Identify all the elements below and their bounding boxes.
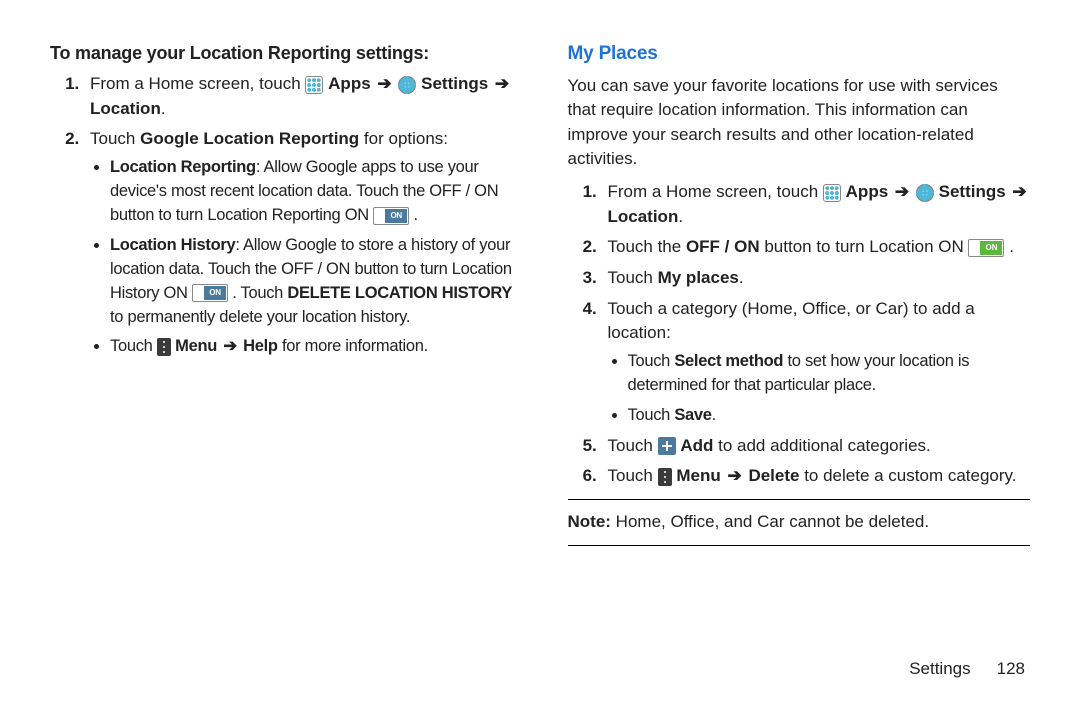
footer-page-number: 128 xyxy=(997,659,1025,678)
text: From a Home screen, touch xyxy=(608,182,823,201)
right-step-1: From a Home screen, touch Apps ➔ Setting… xyxy=(602,180,1031,229)
add-label: Add xyxy=(680,436,713,455)
right-step-6: Touch Menu ➔ Delete to delete a custom c… xyxy=(602,464,1031,489)
right-step-4: Touch a category (Home, Office, or Car) … xyxy=(602,297,1031,428)
note-label: Note: xyxy=(568,512,611,531)
text: Touch xyxy=(90,129,140,148)
title: Location History xyxy=(110,236,235,254)
location-label: Location xyxy=(608,207,679,226)
left-steps: From a Home screen, touch Apps ➔ Setting… xyxy=(58,72,513,359)
period: . xyxy=(161,99,166,118)
on-toggle-green-icon xyxy=(968,239,1004,257)
bold: My places xyxy=(658,268,739,287)
text: to delete a custom category. xyxy=(799,466,1016,485)
right-step-3: Touch My places. xyxy=(602,266,1031,291)
right-steps: From a Home screen, touch Apps ➔ Setting… xyxy=(576,180,1031,489)
text: Touch xyxy=(110,337,157,355)
intro-paragraph: You can save your favorite locations for… xyxy=(568,74,1031,173)
title: Location Reporting xyxy=(110,158,256,176)
location-label: Location xyxy=(90,99,161,118)
text: Touch xyxy=(608,436,658,455)
menu-icon xyxy=(157,338,171,356)
right-step-2: Touch the OFF / ON button to turn Locati… xyxy=(602,235,1031,260)
left-column: To manage your Location Reporting settin… xyxy=(50,40,513,556)
apps-label: Apps xyxy=(328,74,371,93)
settings-icon xyxy=(916,184,934,202)
right-heading: My Places xyxy=(568,40,1031,68)
text: Touch xyxy=(608,268,658,287)
right-column: My Places You can save your favorite loc… xyxy=(568,40,1031,556)
period: . xyxy=(739,268,744,287)
settings-icon xyxy=(398,76,416,94)
apps-icon xyxy=(823,184,841,202)
right-step-5: Touch Add to add additional categories. xyxy=(602,434,1031,459)
bold: Select method xyxy=(674,352,783,370)
note-text: Home, Office, and Car cannot be deleted. xyxy=(611,512,929,531)
apps-label: Apps xyxy=(846,182,889,201)
help-label: Help xyxy=(243,337,278,355)
arrow-icon: ➔ xyxy=(725,464,743,489)
arrow-icon: ➔ xyxy=(221,335,239,359)
plus-icon xyxy=(658,437,676,455)
text: Touch the xyxy=(608,237,686,256)
period: . xyxy=(712,406,716,424)
menu-icon xyxy=(658,468,672,486)
left-step-2: Touch Google Location Reporting for opti… xyxy=(84,127,513,359)
text: for options: xyxy=(359,129,448,148)
settings-label: Settings xyxy=(939,182,1006,201)
delete-label: Delete xyxy=(748,466,799,485)
page-footer: Settings 128 xyxy=(909,657,1025,682)
menu-label: Menu xyxy=(676,466,720,485)
left-step-1: From a Home screen, touch Apps ➔ Setting… xyxy=(84,72,513,121)
on-toggle-icon xyxy=(373,207,409,225)
menu-label: Menu xyxy=(175,337,217,355)
text: to add additional categories. xyxy=(713,436,930,455)
bullet-location-reporting: Location Reporting: Allow Google apps to… xyxy=(110,156,513,228)
bullet-save: Touch Save. xyxy=(628,404,1031,428)
text: to permanently delete your location hist… xyxy=(110,308,410,326)
page-content: To manage your Location Reporting settin… xyxy=(0,0,1080,556)
bullet-select-method: Touch Select method to set how your loca… xyxy=(628,350,1031,398)
divider xyxy=(568,499,1031,500)
bullet-location-history: Location History: Allow Google to store … xyxy=(110,234,513,330)
bold: Save xyxy=(674,406,711,424)
bold: OFF / ON xyxy=(686,237,760,256)
apps-icon xyxy=(305,76,323,94)
text: From a Home screen, touch xyxy=(90,74,305,93)
text: Touch xyxy=(608,466,658,485)
arrow-icon: ➔ xyxy=(893,180,911,205)
bold: DELETE LOCATION HISTORY xyxy=(287,284,512,302)
bold: Google Location Reporting xyxy=(140,129,359,148)
text: for more information. xyxy=(278,337,428,355)
text: Touch xyxy=(628,352,675,370)
on-toggle-icon xyxy=(192,284,228,302)
footer-section: Settings xyxy=(909,659,970,678)
bullet-menu-help: Touch Menu ➔ Help for more information. xyxy=(110,335,513,359)
text: button to turn Location ON xyxy=(760,237,969,256)
period: . xyxy=(678,207,683,226)
text: Touch a category (Home, Office, or Car) … xyxy=(608,299,975,343)
arrow-icon: ➔ xyxy=(1010,180,1028,205)
settings-label: Settings xyxy=(421,74,488,93)
divider xyxy=(568,545,1031,546)
left-sub-bullets: Location Reporting: Allow Google apps to… xyxy=(90,156,513,359)
text: Touch xyxy=(628,406,675,424)
right-sub-bullets: Touch Select method to set how your loca… xyxy=(608,350,1031,428)
left-heading: To manage your Location Reporting settin… xyxy=(50,40,513,66)
arrow-icon: ➔ xyxy=(493,72,511,97)
text: . Touch xyxy=(228,284,287,302)
note-paragraph: Note: Home, Office, and Car cannot be de… xyxy=(568,510,1031,535)
arrow-icon: ➔ xyxy=(375,72,393,97)
